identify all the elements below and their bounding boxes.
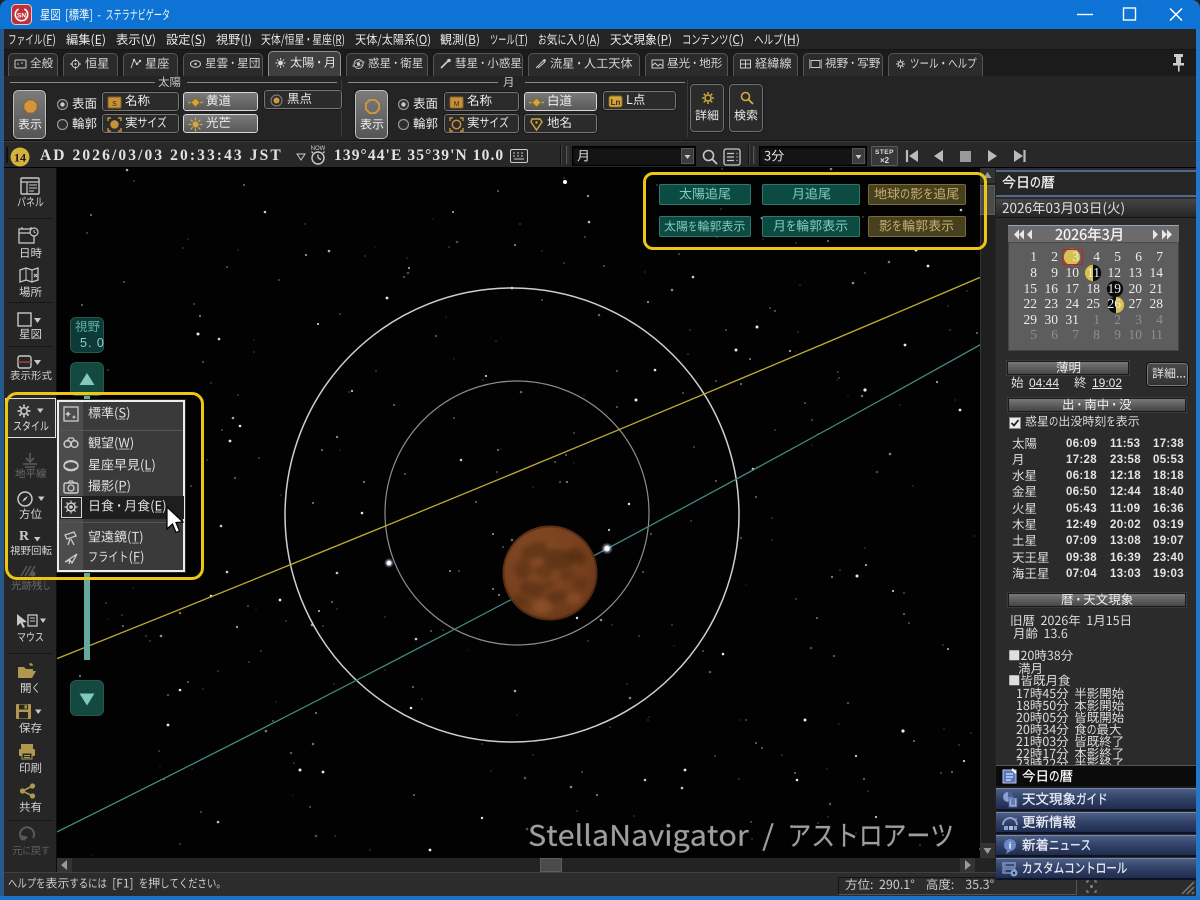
svg-text:Ln: Ln	[611, 98, 621, 107]
svg-text:NOW: NOW	[311, 146, 326, 152]
svg-text:M: M	[454, 101, 460, 108]
svg-text:14: 14	[14, 151, 26, 165]
svg-text:SN: SN	[17, 13, 26, 20]
svg-text:S: S	[112, 101, 117, 108]
